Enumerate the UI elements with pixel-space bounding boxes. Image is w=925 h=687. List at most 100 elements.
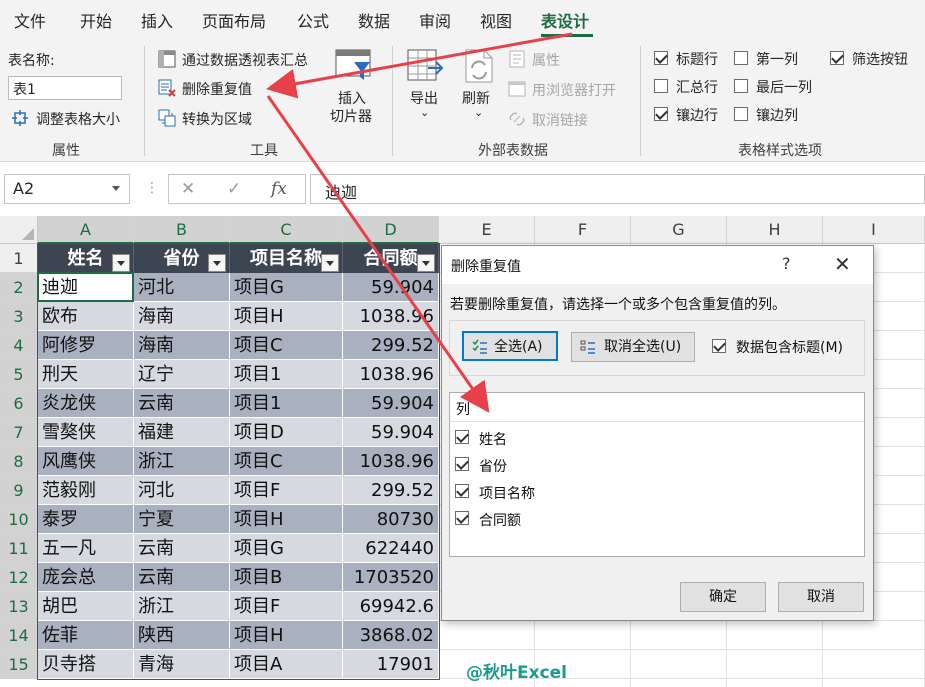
export-button[interactable]: 导出 ⌄ <box>404 46 448 130</box>
table-cell[interactable]: 宁夏 <box>134 505 230 534</box>
row-header[interactable]: 4 <box>0 331 38 360</box>
first-column-checkbox[interactable] <box>734 51 748 65</box>
table-cell[interactable]: 项目H <box>230 621 343 650</box>
table-cell[interactable]: 海南 <box>134 302 230 331</box>
filter-dropdown-icon[interactable] <box>112 254 130 272</box>
table-cell[interactable]: 59.904 <box>343 389 439 418</box>
table-cell[interactable]: 项目F <box>230 476 343 505</box>
table-cell[interactable]: 项目D <box>230 418 343 447</box>
external-properties-button[interactable]: 属性 <box>506 48 576 70</box>
option-first-column[interactable]: 第一列 <box>734 49 814 69</box>
table-cell[interactable]: 299.52 <box>343 331 439 360</box>
option-total-row[interactable]: 汇总行 <box>654 77 734 97</box>
row-header[interactable]: 11 <box>0 534 38 563</box>
row-header[interactable]: 2 <box>0 273 38 302</box>
open-in-browser-button[interactable]: 用浏览器打开 <box>506 78 626 100</box>
table-cell[interactable]: 泰罗 <box>38 505 134 534</box>
table-cell[interactable]: 1038.96 <box>343 447 439 476</box>
row-header[interactable]: 14 <box>0 621 38 650</box>
table-cell[interactable]: 80730 <box>343 505 439 534</box>
table-cell[interactable]: 佐菲 <box>38 621 134 650</box>
has-header-option[interactable]: 数据包含标题(M) <box>712 336 862 356</box>
row-header[interactable]: 13 <box>0 592 38 621</box>
table-cell[interactable]: 云南 <box>134 534 230 563</box>
cancel-button[interactable]: 取消 <box>778 582 864 612</box>
table-cell[interactable]: 项目1 <box>230 389 343 418</box>
table-cell[interactable]: 范毅刚 <box>38 476 134 505</box>
refresh-button[interactable]: 刷新 ⌄ <box>458 46 502 130</box>
row-header[interactable]: 5 <box>0 360 38 389</box>
table-cell[interactable]: 项目H <box>230 505 343 534</box>
table-cell[interactable]: 浙江 <box>134 592 230 621</box>
table-cell[interactable]: 项目H <box>230 302 343 331</box>
table-cell[interactable]: 云南 <box>134 389 230 418</box>
table-cell[interactable]: 海南 <box>134 331 230 360</box>
table-cell[interactable]: 欧布 <box>38 302 134 331</box>
table-cell[interactable]: 贝寺搭 <box>38 650 134 679</box>
formula-input[interactable]: 迪迦 <box>310 174 925 204</box>
table-cell[interactable]: 云南 <box>134 563 230 592</box>
column-checkbox[interactable] <box>455 511 469 525</box>
table-cell[interactable]: 项目A <box>230 650 343 679</box>
table-cell[interactable]: 项目F <box>230 592 343 621</box>
table-cell[interactable]: 1703520 <box>343 563 439 592</box>
row-header[interactable]: 9 <box>0 476 38 505</box>
table-cell[interactable]: 59.904 <box>343 273 439 302</box>
table-cell[interactable]: 项目G <box>230 273 343 302</box>
tab-home[interactable]: 开始 <box>80 8 112 32</box>
close-icon[interactable]: ✕ <box>834 252 851 276</box>
banded-rows-checkbox[interactable] <box>654 107 668 121</box>
column-checkbox[interactable] <box>455 484 469 498</box>
table-cell[interactable]: 胡巴 <box>38 592 134 621</box>
column-header[interactable]: F <box>535 216 631 244</box>
insert-function-icon[interactable]: fx <box>271 179 287 199</box>
table-cell[interactable]: 1038.96 <box>343 360 439 389</box>
table-cell[interactable]: 1038.96 <box>343 302 439 331</box>
column-header[interactable]: A <box>38 216 134 244</box>
table-cell[interactable]: 庞会总 <box>38 563 134 592</box>
select-all-corner[interactable] <box>0 216 38 244</box>
table-cell[interactable]: 阿修罗 <box>38 331 134 360</box>
column-checkbox[interactable] <box>455 430 469 444</box>
help-icon[interactable]: ? <box>782 254 791 273</box>
select-all-button[interactable]: 全选(A) <box>462 331 558 361</box>
has-header-checkbox[interactable] <box>712 339 726 353</box>
table-cell[interactable]: 雪獒侠 <box>38 418 134 447</box>
row-header[interactable]: 15 <box>0 650 38 679</box>
option-last-column[interactable]: 最后一列 <box>734 77 824 97</box>
tab-insert[interactable]: 插入 <box>141 8 173 32</box>
table-cell[interactable]: 3868.02 <box>343 621 439 650</box>
option-banded-rows[interactable]: 镶边行 <box>654 105 734 125</box>
table-cell[interactable]: 299.52 <box>343 476 439 505</box>
table-cell[interactable]: 浙江 <box>134 447 230 476</box>
row-header[interactable]: 8 <box>0 447 38 476</box>
table-cell[interactable]: 陕西 <box>134 621 230 650</box>
table-cell[interactable]: 青海 <box>134 650 230 679</box>
column-header[interactable]: I <box>823 216 925 244</box>
column-header[interactable]: B <box>134 216 230 244</box>
column-header[interactable]: D <box>343 216 439 244</box>
option-header-row[interactable]: 标题行 <box>654 49 734 69</box>
option-banded-columns[interactable]: 镶边列 <box>734 105 814 125</box>
row-header[interactable]: 6 <box>0 389 38 418</box>
table-cell[interactable]: 项目C <box>230 331 343 360</box>
ok-button[interactable]: 确定 <box>680 582 766 612</box>
tab-page-layout[interactable]: 页面布局 <box>202 8 266 32</box>
table-cell[interactable]: 59.904 <box>343 418 439 447</box>
row-header[interactable]: 10 <box>0 505 38 534</box>
pivot-summary-button[interactable]: 通过数据透视表汇总 <box>156 48 326 70</box>
remove-duplicates-button[interactable]: 删除重复值 <box>156 77 266 99</box>
columns-list[interactable]: 列 姓名 省份 项目名称 合同额 <box>449 392 865 557</box>
column-checkbox[interactable] <box>455 457 469 471</box>
tab-view[interactable]: 视图 <box>480 8 512 32</box>
row-header[interactable]: 3 <box>0 302 38 331</box>
resize-table-button[interactable]: 调整表格大小 <box>10 108 130 130</box>
filter-dropdown-icon[interactable] <box>417 254 435 272</box>
table-cell[interactable]: 五一凡 <box>38 534 134 563</box>
table-name-input[interactable]: 表1 <box>8 76 122 100</box>
tab-review[interactable]: 审阅 <box>419 8 451 32</box>
table-cell[interactable]: 622440 <box>343 534 439 563</box>
name-box-dropdown-icon[interactable] <box>112 186 120 191</box>
enter-icon[interactable]: ✓ <box>227 179 241 199</box>
header-row-checkbox[interactable] <box>654 51 668 65</box>
